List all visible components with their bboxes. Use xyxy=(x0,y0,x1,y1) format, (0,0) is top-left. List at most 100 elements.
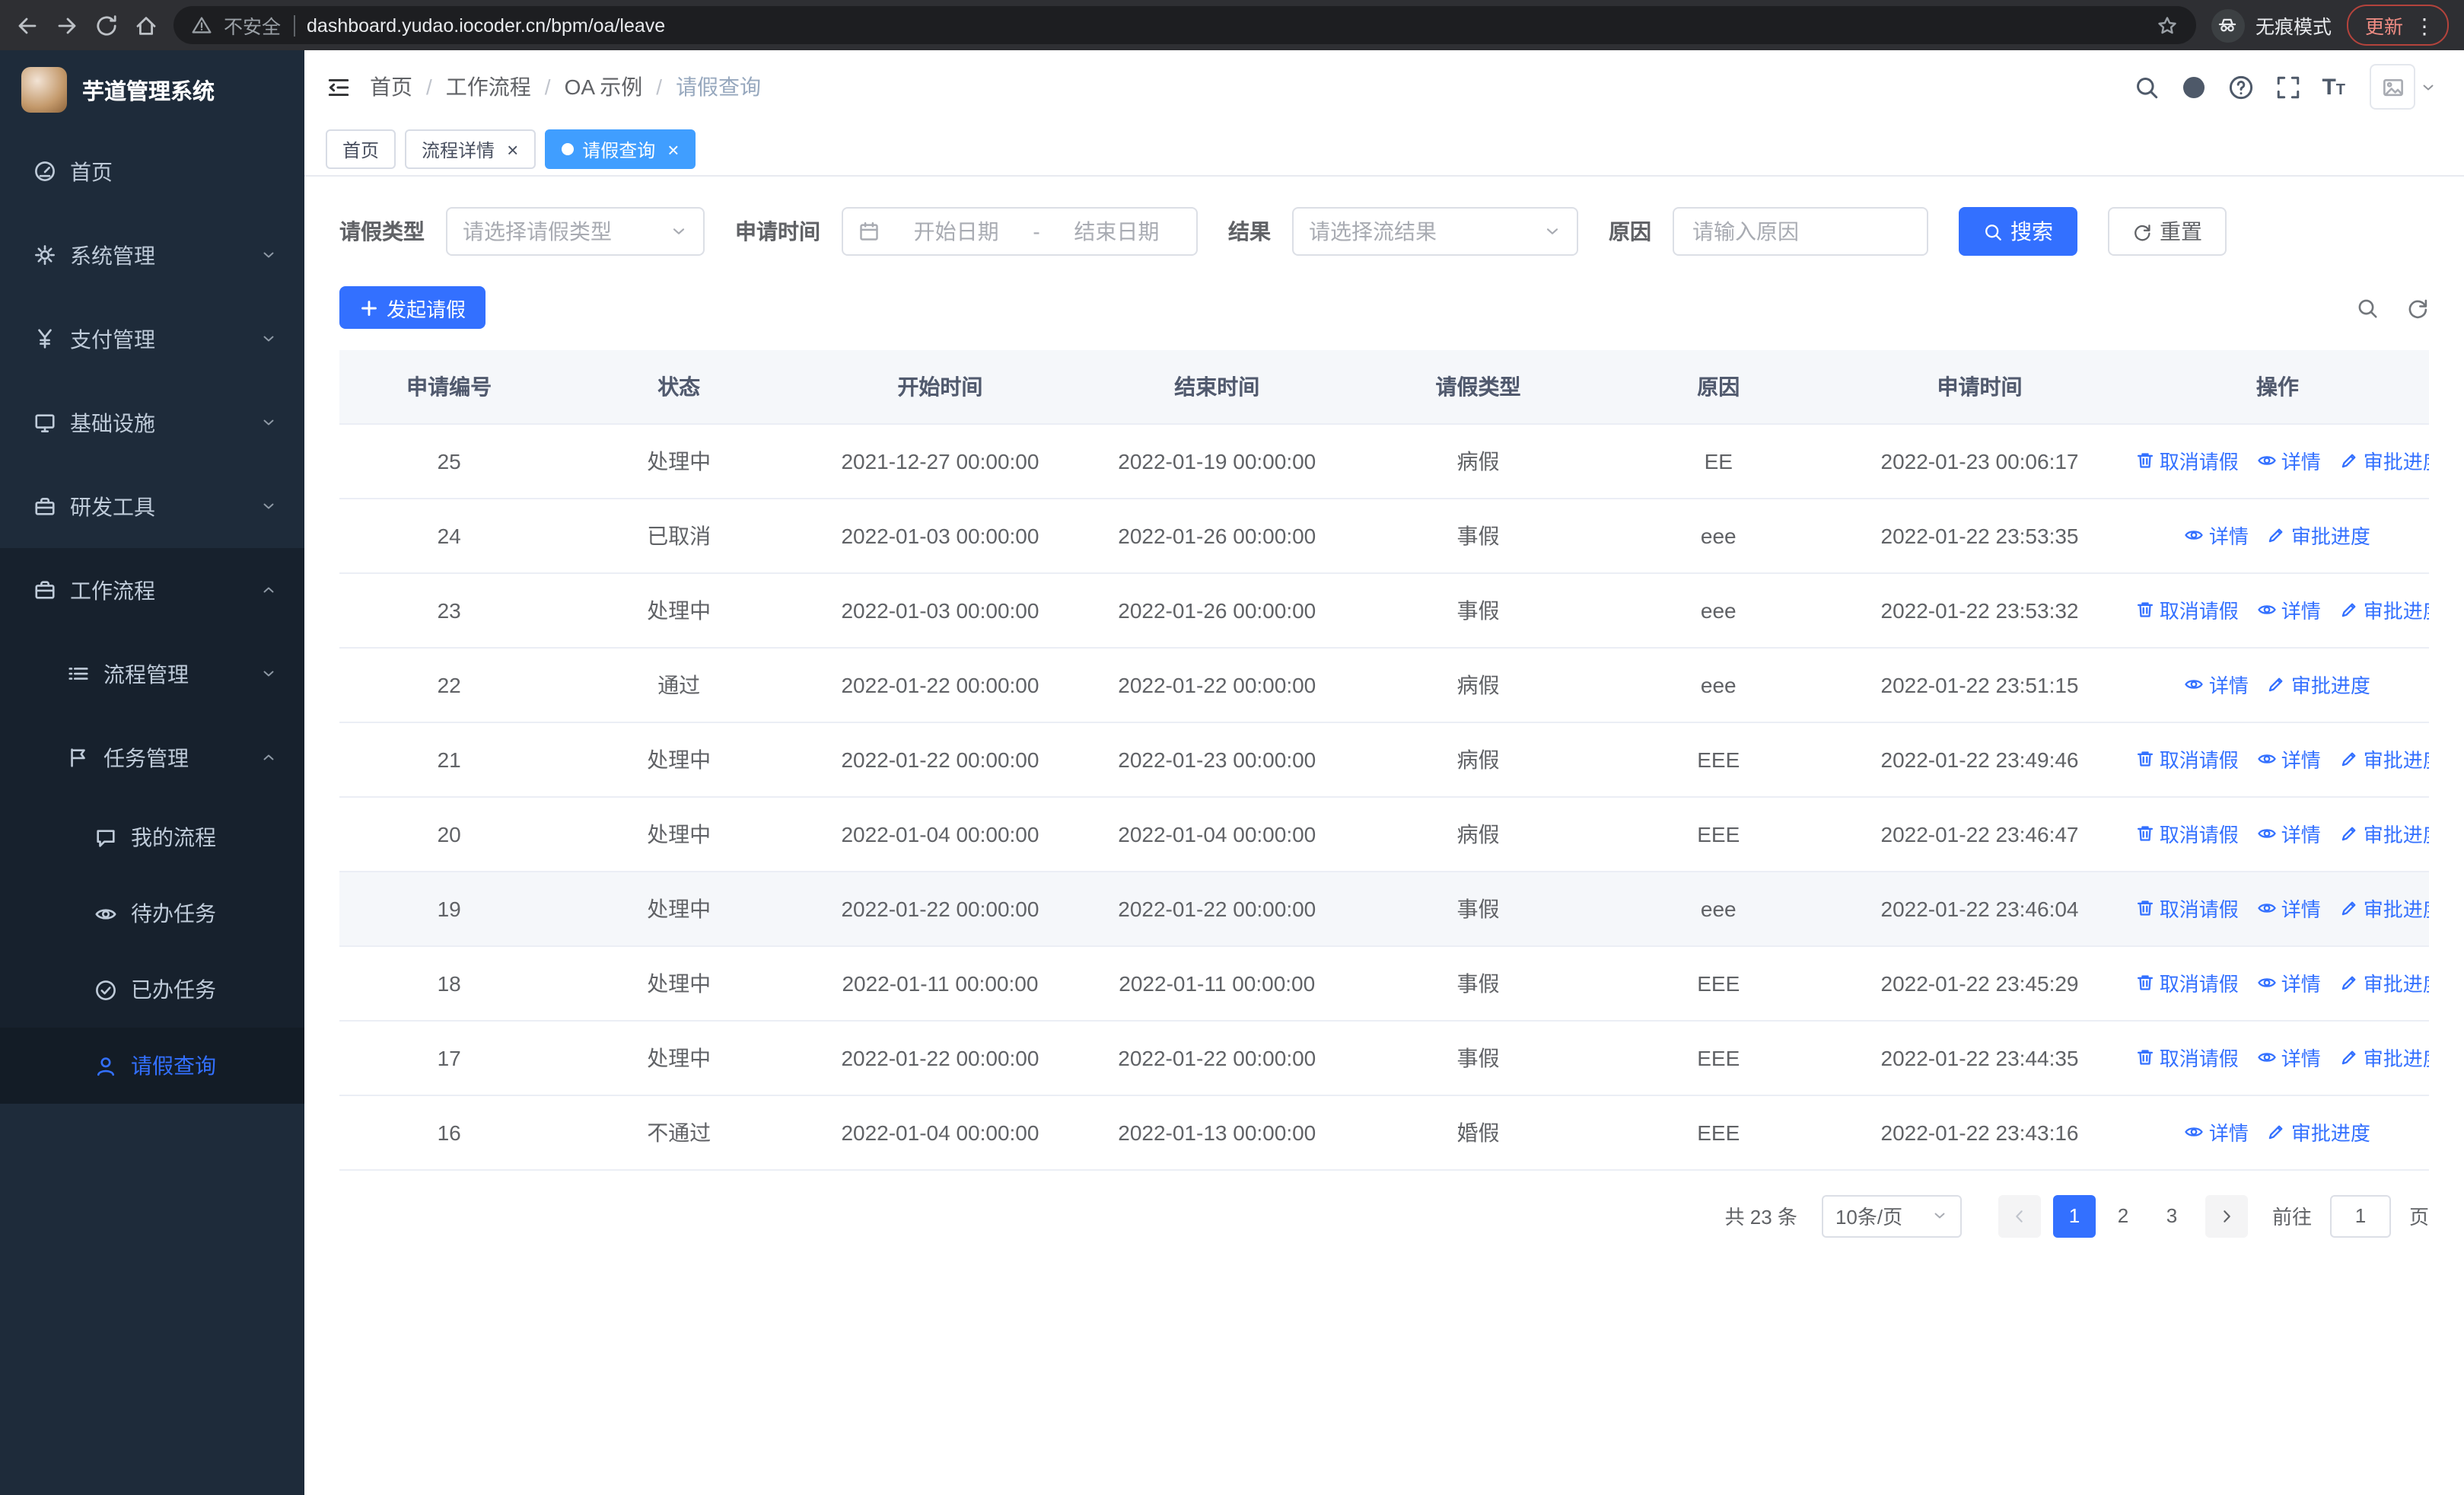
sidebar-item-todo-tasks[interactable]: 待办任务 xyxy=(0,875,304,952)
approval-progress-link[interactable]: 审批进度 xyxy=(2339,819,2429,848)
next-page-button[interactable] xyxy=(2205,1194,2248,1237)
search-icon[interactable] xyxy=(2133,74,2159,100)
close-icon[interactable]: × xyxy=(507,139,518,159)
approval-progress-link[interactable]: 审批进度 xyxy=(2339,1043,2429,1072)
sidebar-item-payment-management[interactable]: 支付管理 xyxy=(0,297,304,381)
table-refresh-icon[interactable] xyxy=(2406,296,2429,319)
sidebar-item-home[interactable]: 首页 xyxy=(0,129,304,213)
page-button-3[interactable]: 3 xyxy=(2150,1194,2193,1237)
sidebar-item-my-processes[interactable]: 我的流程 xyxy=(0,799,304,875)
goto-page-input[interactable] xyxy=(2329,1194,2391,1237)
sidebar-item-workflow[interactable]: 工作流程 xyxy=(0,548,304,632)
sidebar-item-system-management[interactable]: 系统管理 xyxy=(0,213,304,297)
approval-progress-link[interactable]: 审批进度 xyxy=(2339,894,2429,923)
cell-operations: 取消请假详情审批进度 xyxy=(2125,722,2429,797)
app-logo[interactable]: 芋道管理系统 xyxy=(0,50,304,129)
cell-leave-type: 病假 xyxy=(1352,722,1604,797)
url-text[interactable]: dashboard.yudao.iocoder.cn/bpm/oa/leave xyxy=(307,14,665,36)
detail-link[interactable]: 详情 xyxy=(2257,819,2321,848)
breadcrumb-item[interactable]: 首页 xyxy=(370,72,412,102)
table-search-icon[interactable] xyxy=(2356,296,2379,319)
security-label[interactable]: 不安全 xyxy=(224,11,281,40)
detail-link[interactable]: 详情 xyxy=(2257,968,2321,997)
cell-operations: 详情 审批进度 xyxy=(2125,647,2429,722)
cancel-leave-link[interactable]: 取消请假 xyxy=(2135,1043,2239,1072)
browser-menu-icon[interactable]: ⋮ xyxy=(2414,14,2435,36)
forward-icon[interactable] xyxy=(55,13,79,37)
sidebar-item-process-management[interactable]: 流程管理 xyxy=(0,632,304,716)
list-icon xyxy=(67,662,90,685)
detail-link[interactable]: 详情 xyxy=(2185,1117,2249,1146)
detail-link[interactable]: 详情 xyxy=(2257,744,2321,773)
tab-home[interactable]: 首页 xyxy=(326,129,396,169)
sidebar-item-infrastructure[interactable]: 基础设施 xyxy=(0,381,304,464)
back-icon[interactable] xyxy=(15,13,40,37)
sidebar-item-label: 待办任务 xyxy=(131,901,216,926)
approval-progress-link[interactable]: 审批进度 xyxy=(2339,968,2429,997)
detail-link[interactable]: 详情 xyxy=(2257,446,2321,475)
detail-link[interactable]: 详情 xyxy=(2185,521,2249,550)
sidebar-item-dev-tools[interactable]: 研发工具 xyxy=(0,464,304,548)
sidebar-item-leave-query[interactable]: 请假查询 xyxy=(0,1028,304,1104)
font-size-icon[interactable]: TT xyxy=(2322,75,2345,98)
page-button-1[interactable]: 1 xyxy=(2052,1194,2096,1237)
address-bar[interactable]: 不安全 dashboard.yudao.iocoder.cn/bpm/oa/le… xyxy=(173,6,2196,44)
detail-link[interactable]: 详情 xyxy=(2257,595,2321,624)
result-select[interactable]: 请选择流结果 xyxy=(1292,207,1578,256)
approval-progress-link[interactable]: 审批进度 xyxy=(2267,521,2370,550)
avatar-image-icon xyxy=(2381,75,2404,98)
column-header: 请假类型 xyxy=(1352,350,1604,424)
cancel-leave-link[interactable]: 取消请假 xyxy=(2135,595,2239,624)
apply-time-range-picker[interactable]: 开始日期 - 结束日期 xyxy=(842,207,1198,256)
detail-link[interactable]: 详情 xyxy=(2185,670,2249,699)
cancel-leave-link[interactable]: 取消请假 xyxy=(2135,968,2239,997)
browser-home-icon[interactable] xyxy=(134,13,158,37)
cell-apply-id: 21 xyxy=(339,722,559,797)
chevron-down-icon xyxy=(260,498,277,515)
reason-input[interactable] xyxy=(1673,207,1928,256)
fullscreen-icon[interactable] xyxy=(2275,74,2300,100)
cell-end-time: 2022-01-22 00:00:00 xyxy=(1081,871,1353,946)
update-button[interactable]: 更新 ⋮ xyxy=(2346,5,2449,46)
page-size-select[interactable]: 10条/页 xyxy=(1821,1194,1962,1237)
chevron-down-icon xyxy=(1543,222,1561,241)
create-leave-button[interactable]: 发起请假 xyxy=(339,286,486,329)
breadcrumb-item[interactable]: OA 示例 xyxy=(565,72,643,102)
cancel-leave-link[interactable]: 取消请假 xyxy=(2135,744,2239,773)
cell-end-time: 2022-01-26 00:00:00 xyxy=(1081,498,1353,573)
detail-link[interactable]: 详情 xyxy=(2257,1043,2321,1072)
page-button-2[interactable]: 2 xyxy=(2102,1194,2144,1237)
cancel-leave-link[interactable]: 取消请假 xyxy=(2135,894,2239,923)
user-avatar[interactable] xyxy=(2370,64,2415,110)
table-row: 20 处理中 2022-01-04 00:00:00 2022-01-04 00:00… xyxy=(339,796,2429,872)
sidebar-item-done-tasks[interactable]: 已办任务 xyxy=(0,952,304,1028)
reset-button[interactable]: 重置 xyxy=(2108,207,2227,256)
sidebar-item-task-management[interactable]: 任务管理 xyxy=(0,716,304,799)
cancel-leave-link[interactable]: 取消请假 xyxy=(2135,446,2239,475)
approval-progress-link[interactable]: 审批进度 xyxy=(2267,670,2370,699)
help-icon[interactable] xyxy=(2227,74,2253,100)
leave-type-select[interactable]: 请选择请假类型 xyxy=(446,207,705,256)
approval-progress-link[interactable]: 审批进度 xyxy=(2339,595,2429,624)
cell-start-time: 2022-01-03 00:00:00 xyxy=(799,498,1081,573)
pen-icon xyxy=(2339,824,2359,843)
breadcrumb-item[interactable]: 工作流程 xyxy=(446,72,531,102)
search-button[interactable]: 搜索 xyxy=(1959,207,2077,256)
reload-icon[interactable] xyxy=(94,13,119,37)
omnibox-divider xyxy=(293,14,295,36)
collapse-menu-icon[interactable] xyxy=(326,74,352,100)
tab-leave-query[interactable]: 请假查询 × xyxy=(544,129,696,169)
approval-progress-link[interactable]: 审批进度 xyxy=(2339,446,2429,475)
detail-link[interactable]: 详情 xyxy=(2257,894,2321,923)
bookmark-star-icon[interactable] xyxy=(2157,14,2178,36)
user-menu-caret-icon[interactable] xyxy=(2420,78,2437,95)
prev-page-button[interactable] xyxy=(1998,1194,2041,1237)
cancel-leave-link[interactable]: 取消请假 xyxy=(2135,819,2239,848)
close-icon[interactable]: × xyxy=(667,139,679,159)
update-label: 更新 xyxy=(2364,17,2403,38)
approval-progress-link[interactable]: 审批进度 xyxy=(2339,744,2429,773)
approval-progress-link[interactable]: 审批进度 xyxy=(2267,1117,2370,1146)
tab-process-detail[interactable]: 流程详情 × xyxy=(405,129,536,169)
github-icon[interactable] xyxy=(2180,74,2206,100)
trash-icon xyxy=(2135,600,2155,620)
